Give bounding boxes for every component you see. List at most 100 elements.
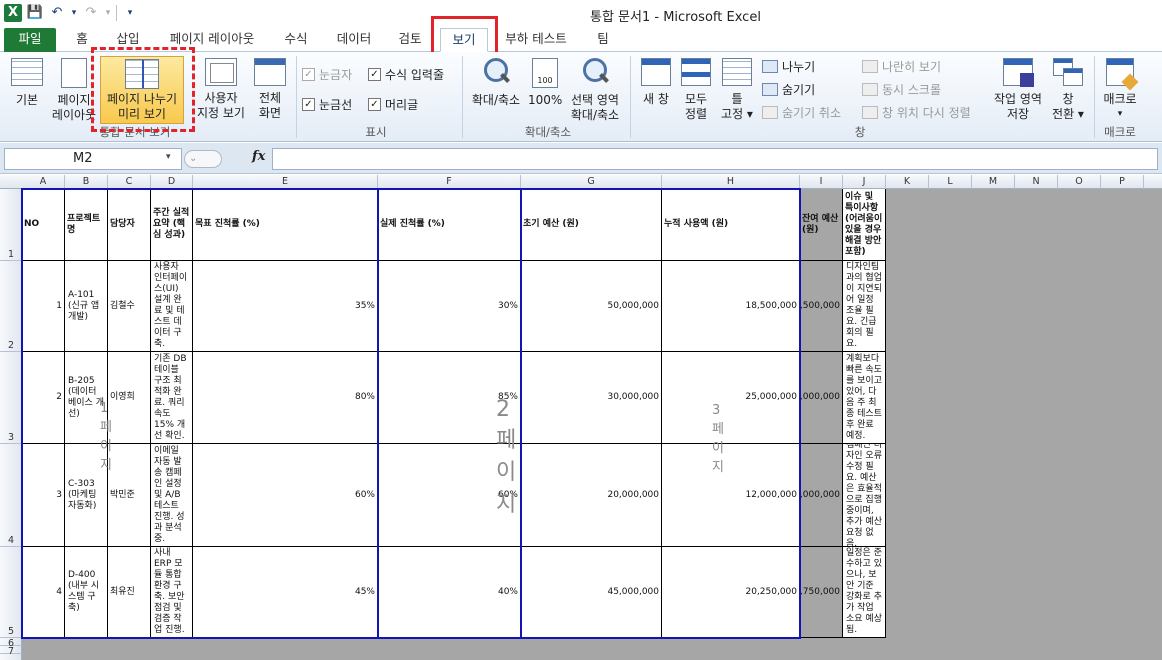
data-cell-spent[interactable]: 12,000,000 [662, 444, 800, 547]
switch-windows-button[interactable]: 창 전환 ▾ [1046, 58, 1090, 122]
data-cell-project[interactable]: B-205 (데이터베이스 개선) [65, 352, 108, 444]
column-header-p[interactable]: P [1101, 175, 1144, 189]
data-cell-spent[interactable]: 20,250,000 [662, 547, 800, 638]
header-cell-issues[interactable]: 이슈 및 특이사항 (어려움이 있을 경우 해결 방안 포함) [843, 189, 886, 261]
column-header-h[interactable]: H [662, 175, 800, 189]
data-cell-owner[interactable]: 김철수 [108, 261, 151, 352]
data-cell-project[interactable]: C-303 (마케팅 자동화) [65, 444, 108, 547]
data-cell-issues[interactable]: 디자인팀과의 협업이 지연되어 일정 조율 필요. 긴급 회의 필요. [843, 261, 886, 352]
arrange-all-button[interactable]: 모두 정렬 [678, 58, 714, 122]
data-cell-project[interactable]: A-101 (신규 앱 개발) [65, 261, 108, 352]
zoom-to-selection-button[interactable]: 선택 영역 확대/축소 [566, 58, 624, 123]
unhide-button[interactable]: 숨기기 취소 [762, 104, 841, 121]
split-button[interactable]: 나누기 [762, 58, 815, 75]
column-header-l[interactable]: L [929, 175, 972, 189]
tab-team[interactable]: 팀 [590, 28, 616, 52]
column-header-k[interactable]: K [886, 175, 929, 189]
tab-data[interactable]: 데이터 [330, 28, 378, 52]
data-cell-actual[interactable]: 30% [378, 261, 521, 352]
data-cell-actual[interactable]: 85% [378, 352, 521, 444]
headings-checkbox[interactable]: ✓ 머리글 [368, 96, 418, 113]
column-header-f[interactable]: F [378, 175, 521, 189]
row-header-2[interactable]: 2 [0, 261, 22, 352]
data-cell-remaining[interactable]: 5,000,000 [800, 352, 843, 444]
column-header-a[interactable]: A [22, 175, 65, 189]
column-header-m[interactable]: M [972, 175, 1015, 189]
column-header-i[interactable]: I [800, 175, 843, 189]
column-header-e[interactable]: E [193, 175, 378, 189]
row-header-4[interactable]: 4 [0, 444, 22, 547]
tab-load-test[interactable]: 부하 테스트 [496, 28, 576, 52]
data-cell-issues[interactable]: 캠페인 디자인 오류 수정 필요. 예산은 효율적으로 집행 중이며, 추가 예… [843, 444, 886, 547]
header-cell-remaining[interactable]: 잔여 예산 (원) [800, 189, 843, 261]
data-cell-remaining[interactable]: 24,750,000 [800, 547, 843, 638]
column-header-n[interactable]: N [1015, 175, 1058, 189]
zoom-100-button[interactable]: 100 100% [528, 58, 562, 108]
data-cell-budget[interactable]: 20,000,000 [521, 444, 662, 547]
data-cell-target[interactable]: 45% [193, 547, 378, 638]
data-cell-target[interactable]: 35% [193, 261, 378, 352]
data-cell-owner[interactable]: 이영희 [108, 352, 151, 444]
header-cell-budget[interactable]: 초기 예산 (원) [521, 189, 662, 261]
hide-button[interactable]: 숨기기 [762, 81, 815, 98]
freeze-panes-button[interactable]: 틀 고정 ▾ [716, 58, 758, 122]
data-cell-budget[interactable]: 45,000,000 [521, 547, 662, 638]
formula-bar-checkbox[interactable]: ✓ 수식 입력줄 [368, 66, 444, 83]
sync-scroll-button[interactable]: 동시 스크롤 [862, 81, 941, 98]
data-cell-owner[interactable]: 박민준 [108, 444, 151, 547]
view-side-by-side-button[interactable]: 나란히 보기 [862, 58, 941, 75]
column-header-g[interactable]: G [521, 175, 662, 189]
data-cell-target[interactable]: 60% [193, 444, 378, 547]
data-cell-no[interactable]: 2 [22, 352, 65, 444]
data-cell-actual[interactable]: 40% [378, 547, 521, 638]
zoom-button[interactable]: 확대/축소 [468, 58, 524, 108]
data-cell-summary[interactable]: 기존 DB 테이블 구조 최적화 완료. 쿼리 속도 15% 개선 확인. [151, 352, 193, 444]
row-header-1[interactable]: 1 [0, 189, 22, 261]
data-cell-summary[interactable]: 사용자 인터페이스(UI) 설계 완료 및 테스트 데이터 구축. [151, 261, 193, 352]
data-cell-spent[interactable]: 25,000,000 [662, 352, 800, 444]
full-screen-button[interactable]: 전체 화면 [250, 58, 290, 121]
header-cell-target[interactable]: 목표 진척률 (%) [193, 189, 378, 261]
data-cell-budget[interactable]: 30,000,000 [521, 352, 662, 444]
formula-input[interactable] [272, 148, 1158, 170]
row-header-3[interactable]: 3 [0, 352, 22, 444]
data-cell-target[interactable]: 80% [193, 352, 378, 444]
data-cell-spent[interactable]: 18,500,000 [662, 261, 800, 352]
gridlines-checkbox[interactable]: ✓ 눈금선 [302, 96, 352, 113]
reset-window-position-button[interactable]: 창 위치 다시 정렬 [862, 104, 971, 121]
header-cell-summary[interactable]: 주간 실적 요약 (핵심 성과) [151, 189, 193, 261]
row-header-6[interactable]: 6 [0, 638, 22, 649]
tab-review[interactable]: 검토 [392, 28, 428, 52]
data-cell-owner[interactable]: 최유진 [108, 547, 151, 638]
data-cell-no[interactable]: 1 [22, 261, 65, 352]
formula-bar-expand-icon[interactable]: ⌄ [184, 150, 222, 168]
ruler-checkbox[interactable]: ✓ 눈금자 [302, 66, 352, 83]
header-cell-owner[interactable]: 담당자 [108, 189, 151, 261]
data-cell-actual[interactable]: 60% [378, 444, 521, 547]
tab-formulas[interactable]: 수식 [278, 28, 314, 52]
name-box[interactable]: M2 [4, 148, 182, 170]
data-cell-summary[interactable]: 이메일 자동 발송 캠페인 설정 및 A/B 테스트 진행. 성과 분석 중. [151, 444, 193, 547]
data-cell-budget[interactable]: 50,000,000 [521, 261, 662, 352]
insert-function-icon[interactable]: fx [252, 149, 265, 164]
data-cell-remaining[interactable]: 31,500,000 [800, 261, 843, 352]
save-workspace-button[interactable]: 작업 영역 저장 [990, 58, 1046, 122]
column-header-d[interactable]: D [151, 175, 193, 189]
new-window-button[interactable]: 새 창 [636, 58, 676, 107]
data-cell-issues[interactable]: 계획보다 빠른 속도를 보이고 있어, 다음 주 최종 테스트 후 완료 예정. [843, 352, 886, 444]
data-cell-issues[interactable]: 일정은 준수하고 있으나, 보안 기준 강화로 추가 작업 소요 예상됨. [843, 547, 886, 638]
macros-button[interactable]: 매크로 ▾ [1098, 58, 1142, 122]
column-header-o[interactable]: O [1058, 175, 1101, 189]
column-header-j[interactable]: J [843, 175, 886, 189]
custom-views-button[interactable]: 사용자 지정 보기 [194, 58, 248, 121]
header-cell-project[interactable]: 프로젝트명 [65, 189, 108, 261]
header-cell-actual[interactable]: 실제 진척률 (%) [378, 189, 521, 261]
column-header-c[interactable]: C [108, 175, 151, 189]
name-box-dropdown-icon[interactable]: ▾ [166, 152, 171, 162]
header-cell-no[interactable]: NO [22, 189, 65, 261]
data-cell-no[interactable]: 3 [22, 444, 65, 547]
row-header-7[interactable]: 7 [0, 646, 22, 657]
data-cell-remaining[interactable]: 8,000,000 [800, 444, 843, 547]
data-cell-project[interactable]: D-400 (내부 시스템 구축) [65, 547, 108, 638]
worksheet[interactable]: ABCDEFGHIJKLMNOP 1234567 NO 프로젝트명 담당자 주간 실적… [0, 175, 1162, 660]
